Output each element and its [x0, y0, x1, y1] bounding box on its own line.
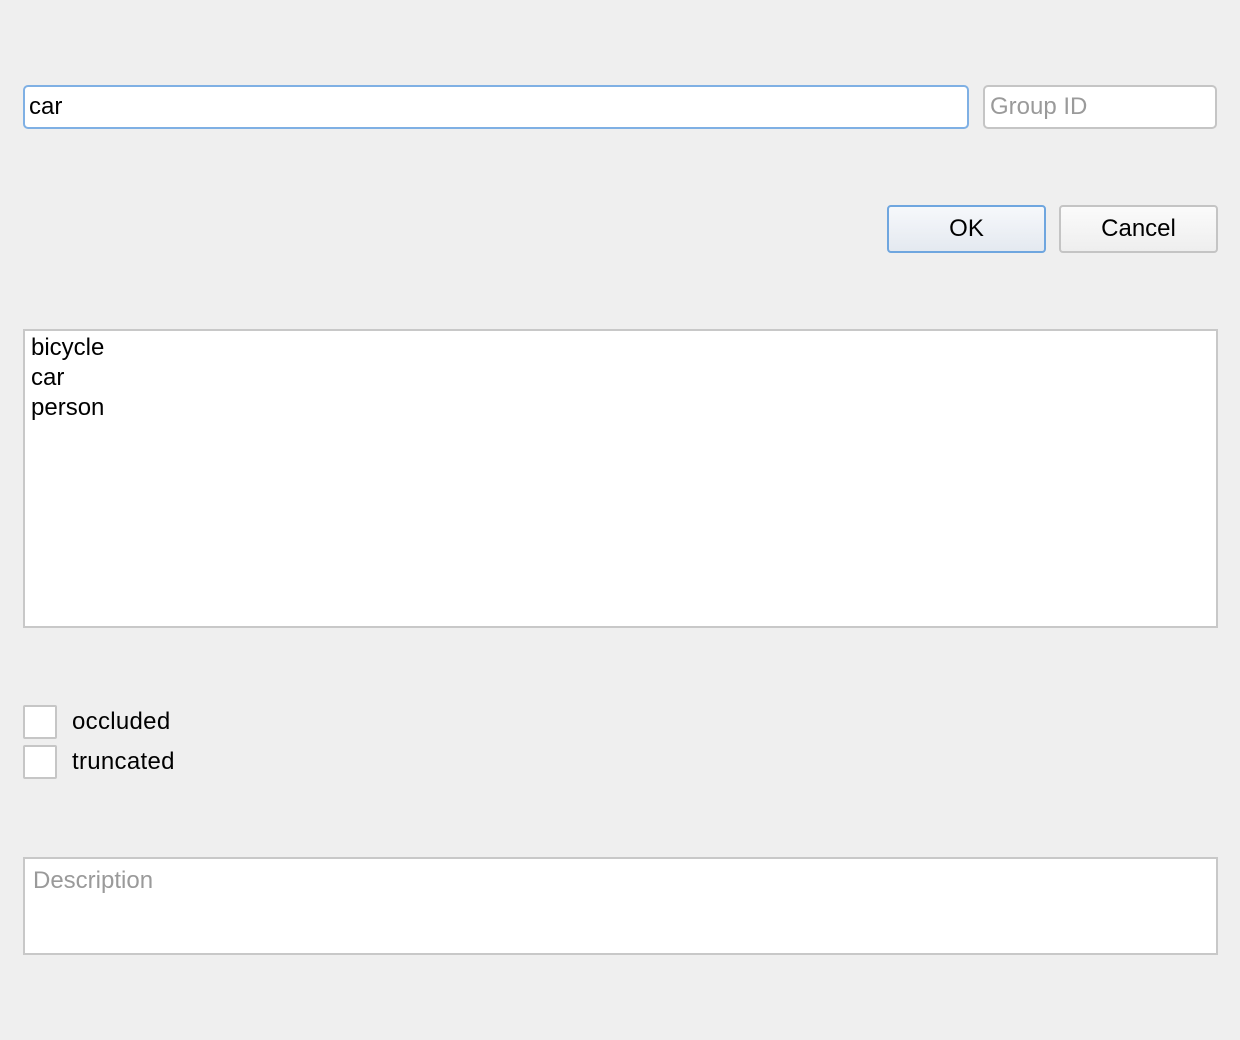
description-input[interactable] — [23, 857, 1218, 955]
occluded-label: occluded — [72, 708, 171, 735]
truncated-checkbox[interactable] — [23, 745, 57, 779]
ok-button[interactable]: OK — [887, 205, 1046, 253]
label-name-input[interactable] — [23, 85, 969, 129]
cancel-button[interactable]: Cancel — [1059, 205, 1218, 253]
label-list[interactable]: bicycle car person — [23, 329, 1218, 628]
flag-row-truncated[interactable]: truncated — [23, 745, 175, 779]
flag-row-occluded[interactable]: occluded — [23, 705, 170, 739]
label-list-item-car[interactable]: car — [31, 363, 1216, 393]
truncated-label: truncated — [72, 748, 175, 775]
occluded-checkbox[interactable] — [23, 705, 57, 739]
group-id-input[interactable] — [983, 85, 1217, 129]
label-list-item-person[interactable]: person — [31, 393, 1216, 423]
label-list-item-bicycle[interactable]: bicycle — [31, 333, 1216, 363]
